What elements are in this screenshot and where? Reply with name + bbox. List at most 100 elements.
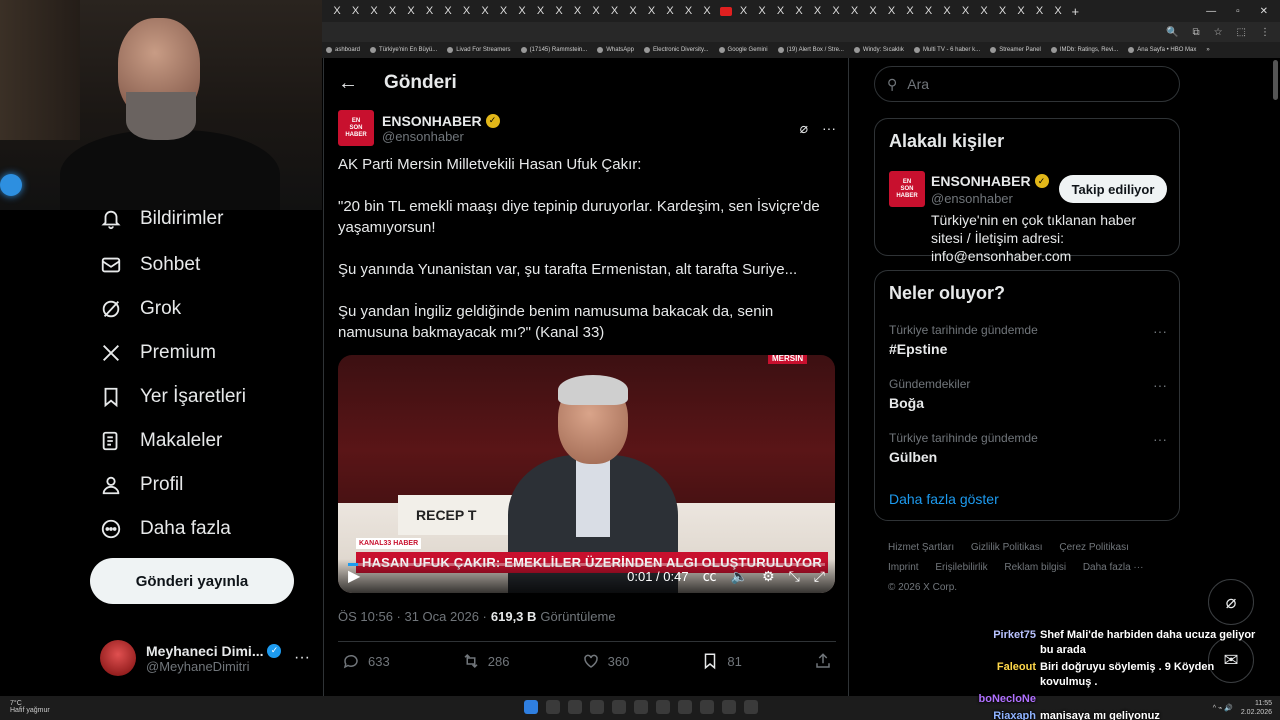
trend-item[interactable]: Gündemdekiler Boğa ··· [889,377,1167,411]
bookmarks-more-icon[interactable]: » [1206,47,1209,53]
post-button[interactable]: Gönderi yayınla [90,558,294,604]
like-button[interactable]: 360 [582,652,629,670]
bookmark-item[interactable]: Livad For Streamers [447,47,511,53]
browser-tab[interactable]: X [938,2,956,20]
new-tab-button[interactable]: + [1072,4,1080,19]
browser-tab[interactable]: X [790,2,808,20]
browser-tab[interactable]: X [994,2,1012,20]
app-icon[interactable] [678,700,692,714]
nav-premium[interactable]: Premium [100,342,216,364]
settings-icon[interactable]: ⚙ [762,568,775,585]
footer-link[interactable]: Çerez Politikası [1059,542,1128,553]
fullscreen-icon[interactable]: ⤢ [814,568,825,585]
bookmark-item[interactable]: Electronic Diversity... [643,47,709,53]
browser-tab[interactable]: X [901,2,919,20]
windows-start-icon[interactable] [524,700,538,714]
menu-icon[interactable]: ⋮ [1260,27,1270,38]
scrollbar[interactable] [1273,60,1278,100]
account-switcher[interactable]: Meyhaneci Dimi... ✓ @MeyhaneDimitri ··· [100,638,310,678]
browser-tab[interactable]: X [753,2,771,20]
browser-tab[interactable]: X [569,2,587,20]
video-progress-bar[interactable] [348,563,825,566]
nav-articles[interactable]: Makaleler [100,430,222,452]
ensonhaber-logo[interactable]: EN SON HABER [338,110,374,146]
browser-tab[interactable]: X [1049,2,1067,20]
show-more-link[interactable]: Daha fazla göster [889,491,999,507]
browser-tab[interactable]: X [365,2,383,20]
nav-profile[interactable]: Profil [100,474,183,496]
trend-item[interactable]: Türkiye tarihinde gündemde #Epstine ··· [889,323,1167,357]
spotify-icon[interactable] [656,700,670,714]
maximize-button[interactable]: ▫ [1236,6,1240,17]
browser-tab[interactable]: X [624,2,642,20]
bookmark-item[interactable]: Multi TV - 6 haber k... [913,47,980,53]
volume-icon[interactable]: 🔈 [731,568,748,585]
browser-tab[interactable]: X [735,2,753,20]
browser-tab[interactable]: X [661,2,679,20]
browser-tab[interactable]: X [827,2,845,20]
grok-fab-icon[interactable]: ⌀ [1208,579,1254,625]
extensions-icon[interactable]: ⬚ [1237,27,1246,38]
bookmark-button[interactable]: 81 [701,652,742,670]
nav-grok[interactable]: Grok [100,298,181,320]
browser-tab[interactable]: X [421,2,439,20]
search-input[interactable]: Ara [907,76,929,92]
youtube-tab-icon[interactable] [719,6,732,16]
browser-tab[interactable]: X [550,2,568,20]
minimize-player-icon[interactable]: ⤡ [789,568,800,585]
discord-icon[interactable] [634,700,648,714]
account-more-icon[interactable]: ··· [294,649,310,667]
bookmark-item[interactable]: Türkiye'nin En Büyü... [370,47,437,53]
app-icon[interactable] [700,700,714,714]
bookmark-item[interactable]: Streamer Panel [990,47,1041,53]
footer-link[interactable]: Reklam bilgisi [1004,562,1066,573]
browser-tab[interactable]: X [587,2,605,20]
app-icon[interactable] [744,700,758,714]
bookmark-item[interactable]: (19) Alert Box / Stre... [777,47,844,53]
chrome-icon[interactable] [546,700,560,714]
browser-tab[interactable]: X [698,2,716,20]
following-button[interactable]: Takip ediliyor [1059,175,1167,203]
close-window-button[interactable]: ✕ [1260,6,1268,17]
nav-chat[interactable]: Sohbet [100,254,200,276]
footer-link[interactable]: Erişilebilirlik [935,562,987,573]
bookmark-item[interactable]: Google Gemini [718,47,768,53]
trend-more-icon[interactable]: ··· [1153,323,1167,339]
browser-tab[interactable]: X [772,2,790,20]
browser-tab[interactable]: X [513,2,531,20]
bookmark-item[interactable]: ashboard [326,47,360,53]
author-handle[interactable]: @ensonhaber [382,129,500,144]
bookmark-item[interactable]: Ana Sayfa • HBO Max [1128,47,1196,53]
trend-more-icon[interactable]: ··· [1153,431,1167,447]
share-button[interactable] [814,652,832,670]
browser-tab[interactable]: X [680,2,698,20]
star-icon[interactable]: ☆ [1214,27,1223,38]
search-box[interactable]: ⚲ Ara [874,66,1180,102]
steam-icon[interactable] [612,700,626,714]
post-timestamp[interactable]: ÖS 10:56 · 31 Oca 2026 · [338,609,487,624]
browser-tab[interactable]: X [532,2,550,20]
nav-notifications[interactable]: Bildirimler [100,208,223,230]
folder-icon[interactable] [568,700,582,714]
zoom-icon[interactable]: 🔍 [1166,27,1178,38]
bookmark-item[interactable]: WhatsApp [597,47,634,53]
author-name[interactable]: ENSONHABER [382,113,482,129]
trend-more-icon[interactable]: ··· [1153,377,1167,393]
nav-more[interactable]: Daha fazla [100,518,231,540]
footer-link[interactable]: Daha fazla ··· [1083,562,1144,573]
trend-item[interactable]: Türkiye tarihinde gündemde Gülben ··· [889,431,1167,465]
nav-bookmarks[interactable]: Yer İşaretleri [100,386,246,408]
footer-link[interactable]: Gizlilik Politikası [971,542,1043,553]
reply-button[interactable]: 633 [342,652,390,670]
bookmark-item[interactable]: Windy: Sıcaklık [853,47,904,53]
browser-tab[interactable]: X [643,2,661,20]
weather-widget[interactable]: 7°C Hafif yağmur [10,700,50,714]
back-arrow-icon[interactable]: ← [338,72,358,94]
play-icon[interactable]: ▶ [348,566,360,586]
footer-link[interactable]: Hizmet Şartları [888,542,954,553]
browser-tab[interactable]: X [328,2,346,20]
browser-tab[interactable]: X [809,2,827,20]
browser-tab[interactable]: X [957,2,975,20]
footer-link[interactable]: Imprint [888,562,919,573]
browser-tab[interactable]: X [402,2,420,20]
